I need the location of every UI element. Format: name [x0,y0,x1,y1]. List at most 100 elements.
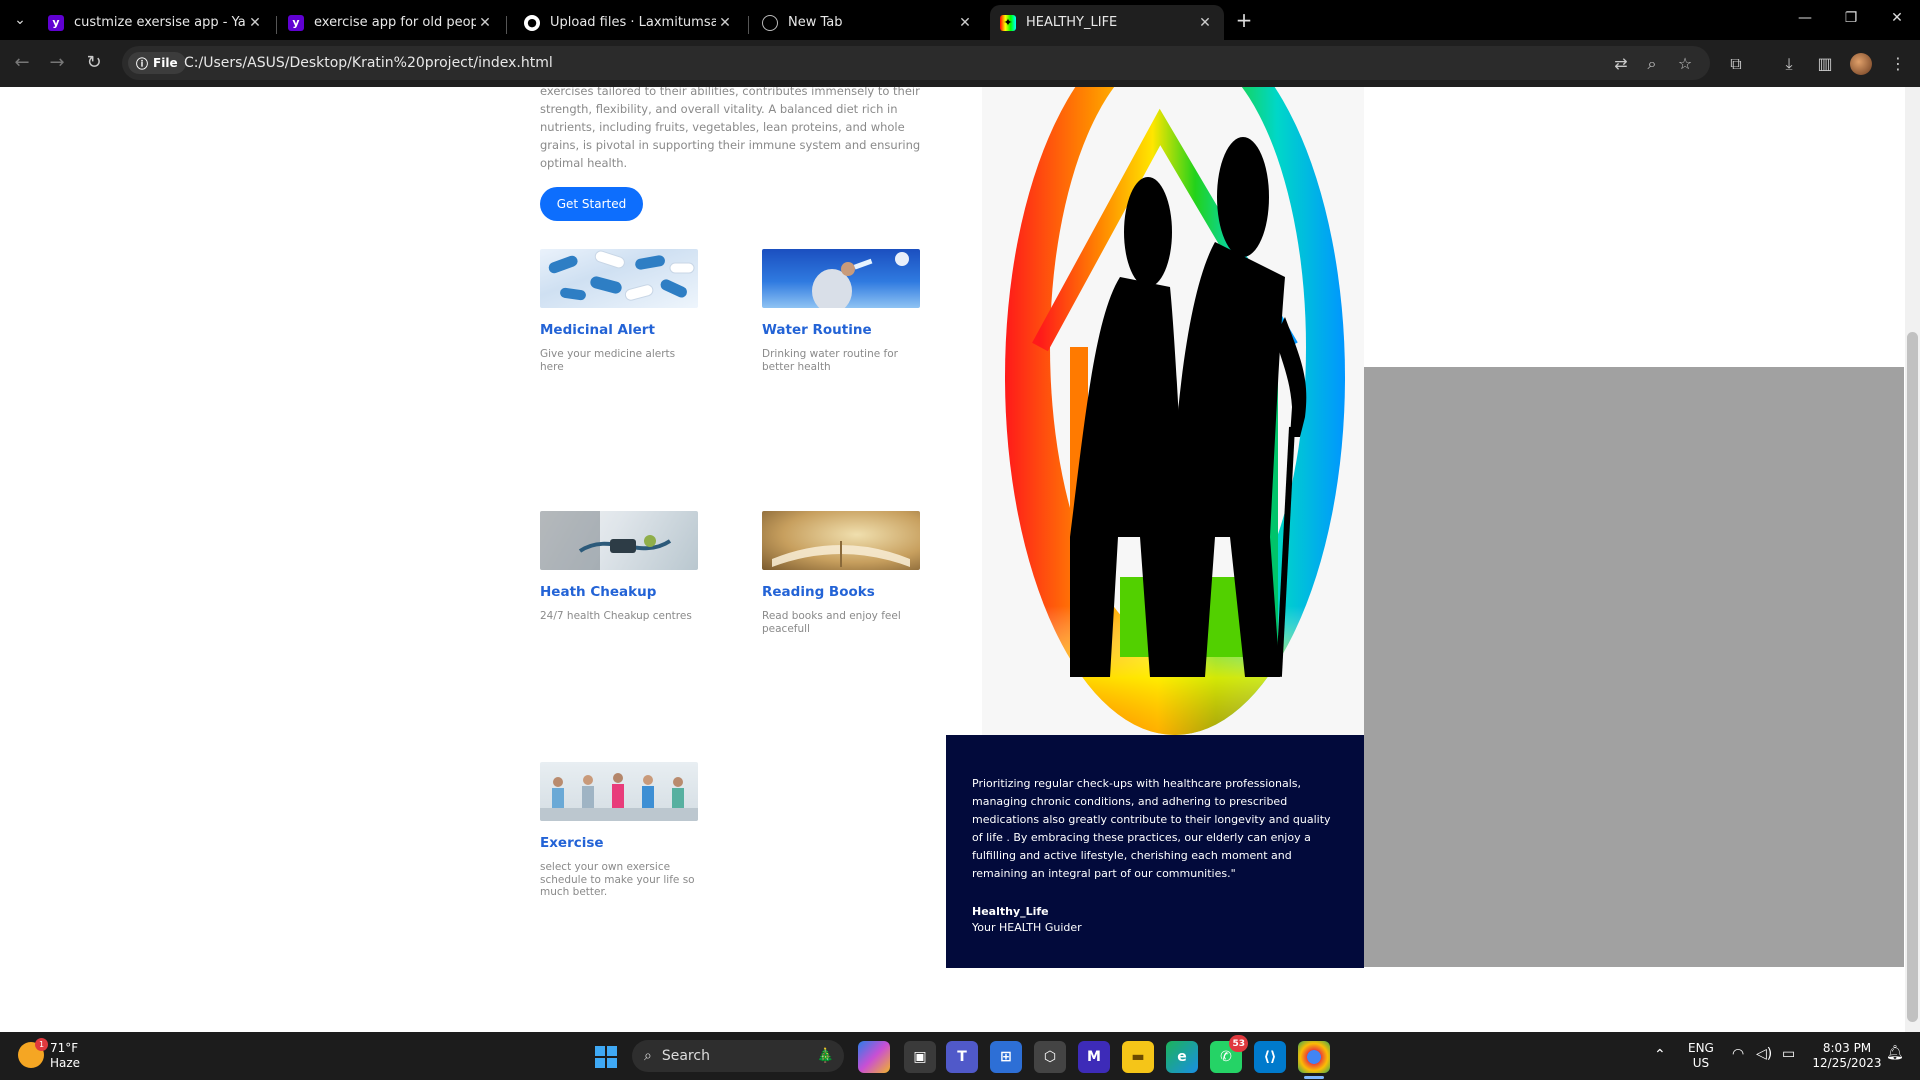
holiday-decor-icon: 🎄 [816,1048,834,1064]
scrollbar-thumb[interactable] [1907,332,1918,1022]
profile-avatar[interactable] [1850,53,1872,75]
feature-card-health-checkup[interactable]: Heath Cheakup 24/7 health Cheakup centre… [540,511,700,623]
weather-badge: 1 [35,1038,48,1051]
weather-temp: 71°F [50,1041,79,1055]
globe-icon [762,14,778,31]
healthy-life-logo [1005,87,1345,735]
menu-kebab-icon[interactable]: ⋮ [1886,52,1910,76]
dev-tool-icon[interactable]: ⬡ [1034,1041,1066,1073]
weather-widget[interactable]: 71°F Haze [50,1041,80,1071]
close-icon[interactable]: ✕ [246,15,264,31]
close-icon[interactable]: ✕ [1196,15,1214,31]
tab-healthy-life[interactable]: ✦ HEALTHY_LIFE ✕ [990,5,1224,40]
feature-description: Drinking water routine for better health [762,348,898,373]
feature-description: Give your medicine alerts here [540,348,676,373]
feature-description: Read books and enjoy feel peacefull [762,610,901,635]
gray-placeholder-panel [1364,367,1904,967]
minimize-icon[interactable]: — [1790,10,1820,30]
translate-icon[interactable]: ⇄ [1609,52,1633,76]
quote-card: Prioritizing regular check-ups with heal… [946,735,1364,968]
feature-card-water-routine[interactable]: Water Routine Drinking water routine for… [762,249,922,373]
feature-card-exercise[interactable]: Exercise select your own exersice schedu… [540,762,700,899]
forward-arrow-icon[interactable]: → [44,50,70,76]
page-viewport: exercises tailored to their abilities, c… [0,87,1920,1032]
reload-icon[interactable]: ↻ [81,50,107,76]
feature-card-reading-books[interactable]: Reading Books Read books and enjoy feel … [762,511,922,635]
tab-divider [276,16,277,34]
url-text[interactable]: C:/Users/ASUS/Desktop/Kratin%20project/i… [184,53,553,73]
exercise-people-graphic [540,773,698,821]
file-explorer-icon[interactable]: ▬ [1122,1041,1154,1073]
woman-drinking-graphic [812,252,909,308]
close-icon[interactable]: ✕ [956,15,974,31]
healthy-life-logo-icon: ✦ [1000,14,1016,31]
pills-image [540,249,698,308]
zoom-icon[interactable]: ⌕ [1640,52,1664,76]
info-icon: ⓘ [136,56,149,71]
new-tab-plus-icon[interactable]: + [1232,8,1256,32]
active-app-indicator [1304,1076,1324,1079]
feature-card-medicinal-alert[interactable]: Medicinal Alert Give your medicine alert… [540,249,700,373]
search-icon: ⌕ [644,1048,652,1064]
battery-icon[interactable]: ▭ [1782,1047,1795,1062]
whatsapp-badge: 53 [1229,1035,1248,1052]
start-logo [595,1046,617,1068]
group-exercise-image [540,762,698,821]
tab-yahoo-1[interactable]: y custmize exersise app - Yahoo S ✕ [38,5,274,40]
book-graphic [772,541,910,567]
taskbar-search[interactable]: ⌕ Search 🎄 [632,1040,844,1072]
extensions-icon[interactable]: ⧉ [1724,52,1748,76]
chrome-icon[interactable] [1298,1041,1330,1073]
feature-title: Medicinal Alert [540,322,655,338]
copilot-icon[interactable] [858,1041,890,1073]
tab-github[interactable]: ● Upload files · Laxmitumsare/He ✕ [514,5,744,40]
weather-icon[interactable]: 1 [18,1038,48,1068]
window-close-icon[interactable]: ✕ [1882,10,1912,30]
teams-icon[interactable]: T [946,1041,978,1073]
vscode-icon[interactable]: ⟨⟩ [1254,1041,1286,1073]
language-indicator[interactable]: ENG US [1688,1041,1714,1071]
tab-new-tab[interactable]: New Tab ✕ [752,5,984,40]
close-icon[interactable]: ✕ [476,15,494,31]
download-icon[interactable]: ⤓ [1777,52,1801,76]
clock[interactable]: 8:03 PM 12/25/2023 [1812,1041,1882,1071]
site-info-chip[interactable]: ⓘ File [128,52,186,74]
tab-divider [748,16,749,34]
tab-search-chevron-icon[interactable]: ⌄ [8,8,32,32]
volume-icon[interactable]: ◁) [1756,1047,1772,1062]
quote-brand: Healthy_Life [972,905,1049,918]
back-arrow-icon[interactable]: ← [9,50,35,76]
tray-chevron-icon[interactable]: ⌃ [1654,1048,1666,1063]
wifi-icon[interactable]: ◠ [1732,1047,1744,1062]
checkup-graphic [540,511,672,570]
side-panel-icon[interactable]: ▥ [1813,52,1837,76]
quote-text: Prioritizing regular check-ups with heal… [972,777,1331,880]
open-book-image [762,511,920,570]
feature-title: Exercise [540,835,604,851]
windows-start-icon[interactable] [590,1041,622,1073]
quote-subtitle: Your HEALTH Guider [972,921,1082,934]
yahoo-icon: y [288,14,304,31]
store-icon[interactable]: ⊞ [990,1041,1022,1073]
feature-description: select your own exersice schedule to mak… [540,861,695,898]
get-started-button[interactable]: Get Started [540,187,643,221]
tab-divider [506,16,507,34]
whatsapp-icon[interactable]: ✆ 53 [1210,1035,1248,1073]
restore-icon[interactable]: ❐ [1836,10,1866,30]
feature-title: Heath Cheakup [540,584,657,600]
edge-icon[interactable]: e [1166,1041,1198,1073]
doctor-checkup-image [540,511,698,570]
weather-condition: Haze [50,1056,81,1070]
github-icon: ● [524,14,540,31]
vs-app-icon[interactable]: M [1078,1041,1110,1073]
intro-paragraph: exercises tailored to their abilities, c… [540,87,921,170]
task-view-icon[interactable]: ▣ [904,1041,936,1073]
feature-title: Water Routine [762,322,872,338]
close-icon[interactable]: ✕ [716,15,734,31]
yahoo-icon: y [48,14,64,31]
tab-yahoo-2[interactable]: y exercise app for old people - Ya ✕ [278,5,504,40]
notification-bell-icon[interactable]: 🔔︎ [1886,1046,1904,1061]
feature-title: Reading Books [762,584,875,600]
pills-graphic [548,250,695,301]
bookmark-star-icon[interactable]: ☆ [1673,52,1697,76]
